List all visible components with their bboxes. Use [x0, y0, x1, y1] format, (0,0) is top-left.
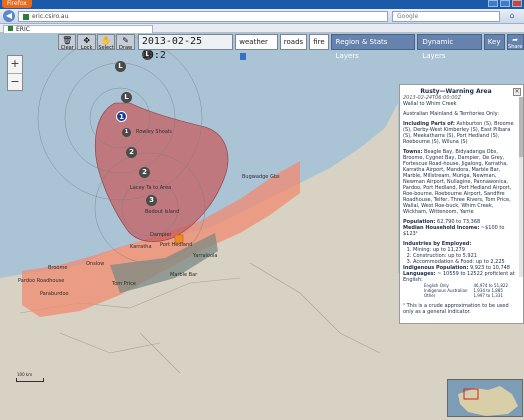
panel-region: Australian Mainland & Territories Only:: [403, 111, 499, 117]
place-label: Marble Bar: [170, 272, 198, 278]
panel-area: Wallal to Whim Creek: [403, 101, 457, 107]
key-button[interactable]: Key: [483, 34, 505, 50]
share-button[interactable]: ➦ Share: [506, 34, 524, 50]
lock-tool-button[interactable]: ✥ Lock: [77, 34, 96, 51]
home-icon[interactable]: ⌂: [506, 11, 518, 22]
search-input[interactable]: Google: [392, 11, 500, 22]
place-label: Lacey Ta to Area: [130, 185, 172, 191]
table-row: Other 1,997 to 1,331: [421, 293, 511, 298]
select-tool-button[interactable]: ✋ Select: [96, 34, 116, 51]
browser-title-bar: Firefox: [0, 0, 524, 9]
overview-canvas: [458, 386, 518, 416]
map-view[interactable]: 🗑 Clear ✥ Lock ✋ Select ✎ Draw 2013-02-25 10…: [0, 33, 524, 418]
minimize-button[interactable]: [488, 0, 498, 7]
address-bar[interactable]: eric.csiro.au: [18, 11, 388, 22]
scroll-thumb[interactable]: [519, 97, 523, 157]
clear-tool-button[interactable]: 🗑 Clear: [58, 34, 77, 51]
scale-label: 100 km: [17, 372, 33, 377]
weather-toggle-icon: [240, 52, 247, 60]
place-label: Tom Price: [112, 281, 136, 287]
select-tool-label: Select: [98, 45, 114, 51]
share-label: Share: [508, 44, 523, 50]
draw-tool-button[interactable]: ✎ Draw: [116, 34, 135, 51]
warning-info-panel: × Rusty—Warning Area 2013-02-24T06:00:00…: [399, 84, 524, 324]
storm-category-marker[interactable]: 2: [139, 167, 150, 178]
site-favicon-icon: [23, 13, 29, 20]
trash-icon: 🗑: [62, 36, 73, 45]
place-label: Rowley Shoals: [136, 129, 172, 135]
place-label: Yarraloola: [193, 253, 218, 259]
place-label: Karratha: [130, 244, 152, 250]
place-label: Broome: [48, 265, 68, 271]
zoom-control: + −: [7, 55, 23, 91]
pencil-icon: ✎: [122, 36, 129, 45]
place-label: Dampier: [150, 232, 172, 238]
storm-category-marker[interactable]: 3: [146, 195, 157, 206]
overview-land: [458, 386, 518, 416]
storm-category-marker[interactable]: 1: [122, 128, 131, 137]
lock-tool-label: Lock: [80, 45, 93, 51]
zoom-out-button[interactable]: −: [8, 73, 22, 90]
storm-low-marker[interactable]: L: [115, 61, 126, 72]
storm-selected-marker[interactable]: 1: [116, 111, 127, 122]
tab-title: ERIC: [16, 26, 30, 33]
date-time-field[interactable]: 2013-02-25 10:2: [137, 34, 234, 61]
place-label: Paraburdoo: [40, 291, 69, 297]
navigation-bar: ◀ eric.csiro.au Google ⌂: [0, 9, 524, 24]
place-label: Port Hedland: [160, 242, 193, 248]
storm-category-marker[interactable]: 2: [126, 147, 137, 158]
place-label: Pardoo Roadhouse: [18, 278, 65, 284]
panel-title: Rusty—Warning Area: [420, 88, 492, 95]
draw-tool-label: Draw: [119, 45, 133, 51]
place-label: Onslow: [86, 261, 105, 267]
window-controls: [488, 0, 522, 8]
fire-toggle[interactable]: fire: [309, 34, 329, 50]
weather-toggle[interactable]: weather: [235, 34, 278, 60]
hand-icon: ✋: [101, 36, 112, 45]
lang-value: 1,997 to 1,331: [473, 293, 503, 298]
tab-favicon-icon: [8, 26, 13, 31]
back-arrow-icon[interactable]: ◀: [3, 10, 15, 22]
address-text: eric.csiro.au: [32, 13, 69, 20]
place-label: Bedout Island: [145, 209, 180, 215]
weather-label: weather: [239, 38, 268, 46]
storm-low-marker[interactable]: L: [121, 92, 132, 103]
close-window-button[interactable]: [512, 0, 522, 7]
clear-tool-label: Clear: [60, 45, 74, 51]
tab-eric[interactable]: ERIC: [3, 25, 153, 33]
firefox-menu-button[interactable]: Firefox: [2, 0, 32, 8]
panel-population: Population: 62,790 to 73,368 Median Hous…: [403, 219, 519, 237]
panel-scrollbar[interactable]: [519, 97, 523, 277]
share-icon: ➦: [512, 36, 519, 44]
zoom-in-button[interactable]: +: [8, 56, 22, 73]
map-toolbar: 🗑 Clear ✥ Lock ✋ Select ✎ Draw 2013-02-25 10…: [58, 34, 524, 61]
panel-towns: Towns: Beagle Bay, Bidyadanga Obs, Broom…: [403, 149, 519, 215]
towns-value: Beagle Bay, Bidyadanga Obs, Broome, Cygn…: [403, 149, 512, 215]
roads-toggle[interactable]: roads: [279, 34, 308, 50]
place-label: Bugwadge Gbs: [242, 174, 280, 180]
languages-table: English Only 46,974 to 51,822 Indigenous …: [421, 283, 511, 298]
overview-map[interactable]: [447, 379, 523, 417]
move-icon: ✥: [83, 36, 91, 45]
maximize-button[interactable]: [500, 0, 510, 7]
panel-including: Including Parts of: Ashburton (S), Broom…: [403, 121, 519, 145]
region-stats-layers-button[interactable]: Region & Stats Layers: [330, 34, 416, 60]
close-panel-button[interactable]: ×: [513, 88, 521, 96]
dynamic-layers-button[interactable]: Dynamic Layers: [417, 34, 482, 60]
scale-bar: 100 km: [16, 372, 44, 382]
lang-name: Other: [424, 293, 436, 298]
industries-list: Mining: up to 11,279 Construction: up to…: [413, 247, 519, 265]
tab-bar: ERIC: [0, 24, 524, 33]
panel-languages: Languages: ~ 10559 to 12522 proficient a…: [403, 271, 519, 283]
panel-footnote: ¹ This is a crude approximation to be us…: [403, 303, 509, 315]
